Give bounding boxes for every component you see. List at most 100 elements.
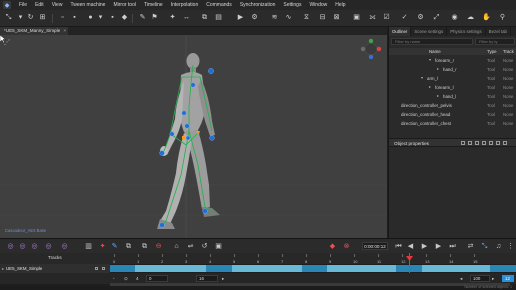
properties-icon[interactable] bbox=[468, 141, 472, 145]
camera-tool-icon[interactable]: ▣ bbox=[352, 13, 361, 23]
tab-bezel[interactable]: Bezel tab bbox=[486, 27, 511, 36]
paste-key-icon[interactable]: ⧉ bbox=[140, 242, 149, 251]
properties-icon[interactable] bbox=[482, 141, 486, 145]
fixed-interval-icon[interactable]: ◎ bbox=[30, 242, 39, 251]
properties-icon[interactable] bbox=[475, 141, 479, 145]
filter-type-input[interactable]: Filter by ty bbox=[475, 38, 515, 45]
menu-view[interactable]: View bbox=[52, 2, 63, 8]
settings-tool-icon[interactable]: ⚙ bbox=[416, 13, 425, 23]
track-row[interactable]: ▸ UE5_SKM_Simple bbox=[0, 264, 110, 273]
properties-icon[interactable] bbox=[503, 141, 507, 145]
column-name[interactable]: Name bbox=[429, 48, 441, 55]
scale-tool-icon[interactable]: ⊞ bbox=[38, 13, 47, 23]
last-frame-icon[interactable]: ⏭ bbox=[448, 242, 457, 251]
snap-icon[interactable]: ⤡ bbox=[480, 242, 489, 251]
outliner-row[interactable]: direction_controller_pelvis Tool None bbox=[389, 101, 516, 110]
remove-key-icon[interactable]: ⊖ bbox=[154, 242, 163, 251]
tab-scene[interactable]: *UE5_SKM_Manny_Simple × bbox=[0, 27, 68, 35]
menu-help[interactable]: Help bbox=[335, 2, 345, 8]
playback-tool-icon[interactable]: ▶ bbox=[236, 13, 245, 23]
zoom-in-icon[interactable]: ▸ bbox=[492, 275, 494, 282]
menu-interpolation[interactable]: Interpolation bbox=[171, 2, 199, 8]
track-visibility-icon[interactable] bbox=[102, 267, 105, 270]
outliner-row[interactable]: ▾ arm_l Tool None bbox=[389, 74, 516, 83]
outliner-row[interactable]: direction_controller_head Tool None bbox=[389, 110, 516, 119]
tab-physics-settings[interactable]: Physics settings bbox=[447, 27, 486, 36]
keyframe-interval[interactable] bbox=[110, 265, 135, 272]
menu-commands[interactable]: Commands bbox=[206, 2, 232, 8]
expand-arrow-icon[interactable]: ▸ bbox=[429, 83, 431, 92]
step-value[interactable]: 4 bbox=[136, 275, 139, 282]
python-icon[interactable]: ⚲ bbox=[498, 13, 507, 23]
expand-icon[interactable]: ⤢ bbox=[432, 13, 441, 23]
zoom-input[interactable]: 100 bbox=[470, 275, 490, 282]
frame-tool-icon[interactable]: ▪ bbox=[70, 13, 79, 23]
joint-tool-icon[interactable]: ⚙ bbox=[250, 13, 259, 23]
outliner-row[interactable]: ▸ hand_l Tool None bbox=[389, 92, 516, 101]
track-timeline-bar[interactable] bbox=[110, 265, 516, 272]
properties-icon[interactable] bbox=[496, 141, 500, 145]
outliner-row[interactable]: ▸ hand_r Tool None bbox=[389, 65, 516, 74]
outliner-row[interactable]: ▾ forearm_r Tool None bbox=[389, 56, 516, 65]
bezier-interval-icon[interactable]: ◎ bbox=[44, 242, 53, 251]
properties-icon[interactable] bbox=[489, 141, 493, 145]
3d-viewport[interactable]: ⋰ Cascadeur_AE3 Base bbox=[0, 35, 387, 238]
loop-icon[interactable]: ↺ bbox=[200, 242, 209, 251]
end-frame-input[interactable]: 16 bbox=[196, 275, 218, 282]
grid-tool-icon[interactable]: ⊠ bbox=[332, 13, 341, 23]
select-tool-icon[interactable]: ▫ bbox=[58, 13, 67, 23]
playhead-handle-icon[interactable] bbox=[406, 256, 413, 261]
properties-icon[interactable] bbox=[461, 141, 465, 145]
mirror-key-icon[interactable]: ⇌ bbox=[186, 242, 195, 251]
hand-icon[interactable]: ✋ bbox=[482, 13, 491, 23]
range-end-icon[interactable]: ▸ bbox=[222, 275, 224, 282]
menu-synchronization[interactable]: Synchronization bbox=[240, 2, 276, 8]
interpolate-icon[interactable]: ⌂ bbox=[172, 242, 181, 251]
point-tool-icon[interactable]: ● bbox=[86, 13, 95, 23]
rotate-tool-icon[interactable]: ↻ bbox=[26, 13, 35, 23]
linear-interval-icon[interactable]: ◎ bbox=[60, 242, 69, 251]
dropdown-icon[interactable]: ▾ bbox=[16, 13, 25, 23]
prev-frame-icon[interactable]: ◀ bbox=[406, 242, 415, 251]
menu-mirror-tool[interactable]: Mirror tool bbox=[113, 2, 136, 8]
filter-name-input[interactable]: Filter by name bbox=[391, 38, 473, 45]
brush-tool-icon[interactable]: ✎ bbox=[138, 13, 147, 23]
key-delete-icon[interactable]: ✦ bbox=[98, 242, 107, 251]
pin-icon[interactable]: ✎ bbox=[110, 242, 119, 251]
keyframe-interval[interactable] bbox=[206, 265, 232, 272]
keyframe-interval[interactable] bbox=[490, 265, 516, 272]
start-frame-input[interactable]: 0 bbox=[146, 275, 168, 282]
interpolation-tool-icon[interactable]: ↔ bbox=[182, 13, 191, 23]
move-tool-icon[interactable]: ⤡ bbox=[4, 13, 13, 23]
expand-arrow-icon[interactable]: ▸ bbox=[437, 92, 439, 101]
expand-arrow-icon[interactable]: ▸ bbox=[2, 264, 4, 273]
checkbox-icon[interactable]: ☑ bbox=[382, 13, 391, 23]
fold-icon[interactable]: ▣ bbox=[214, 242, 223, 251]
copy-pose-icon[interactable]: ⧉ bbox=[200, 13, 209, 23]
orientation-gizmo[interactable] bbox=[360, 38, 382, 60]
copy-key-icon[interactable]: ⧉ bbox=[124, 242, 133, 251]
menu-tween-machine[interactable]: Tween machine bbox=[70, 2, 105, 8]
menu-file[interactable]: File bbox=[19, 2, 27, 8]
first-frame-icon[interactable]: ⏮ bbox=[394, 242, 403, 251]
timeline-tool-icon[interactable]: ⧖ bbox=[302, 13, 311, 23]
fulcrum-tool-icon[interactable]: ⚑ bbox=[150, 13, 159, 23]
menu-settings[interactable]: Settings bbox=[283, 2, 301, 8]
record-icon[interactable]: ◆ bbox=[328, 242, 337, 251]
close-icon[interactable]: × bbox=[63, 27, 66, 35]
menu-timeline[interactable]: Timeline bbox=[144, 2, 163, 8]
outliner-row[interactable]: ▸ forearm_l Tool None bbox=[389, 83, 516, 92]
check-icon[interactable]: ✓ bbox=[400, 13, 409, 23]
menu-edit[interactable]: Edit bbox=[35, 2, 44, 8]
column-type[interactable]: Type bbox=[487, 48, 497, 55]
object-properties-header[interactable]: Object properties bbox=[389, 138, 516, 147]
next-frame-icon[interactable]: ▶ bbox=[434, 242, 443, 251]
paste-pose-icon[interactable]: ▤ bbox=[214, 13, 223, 23]
cloud-icon[interactable]: ☁ bbox=[466, 13, 475, 23]
interval-icon[interactable]: ◎ bbox=[6, 242, 15, 251]
mirror-tool-icon[interactable]: ⟗ bbox=[368, 13, 377, 23]
track-lock-icon[interactable] bbox=[95, 267, 98, 270]
tab-outliner[interactable]: Outliner bbox=[389, 27, 412, 36]
graph-tool-icon[interactable]: ≋ bbox=[270, 13, 279, 23]
expand-arrow-icon[interactable]: ▸ bbox=[437, 65, 439, 74]
